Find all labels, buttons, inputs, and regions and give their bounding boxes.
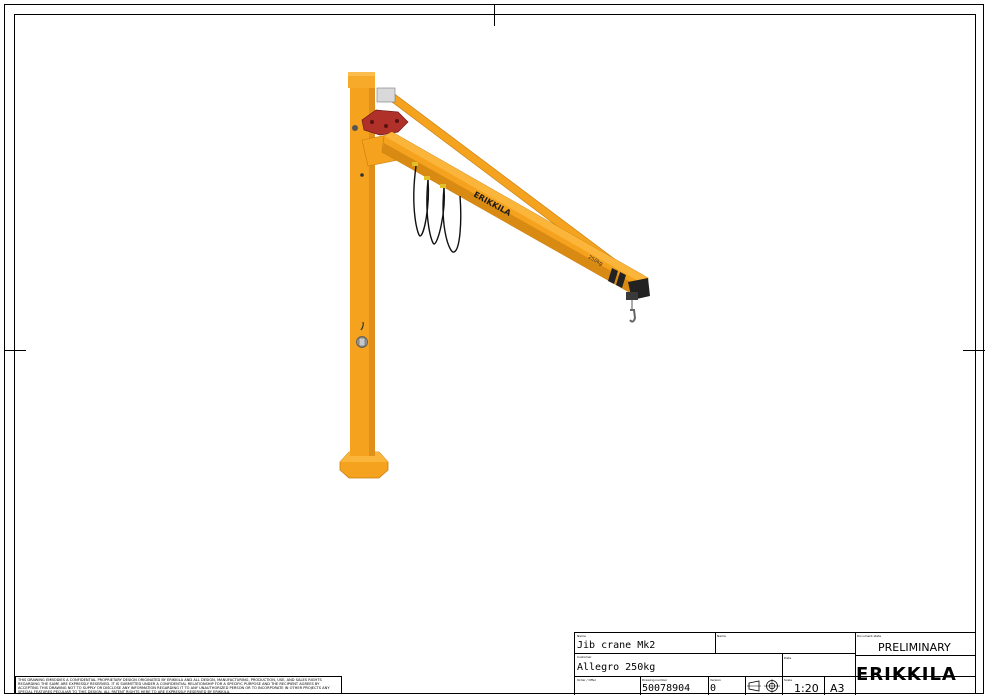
name2-label: Name <box>717 634 726 638</box>
title-block: Name Jib crane Mk2 Name Customer Allegro… <box>574 632 975 695</box>
confidentiality-notice: THIS DRAWING EMBODIES A CONFIDENTIAL PRO… <box>15 676 342 694</box>
order-label: Order / Offer <box>577 678 596 682</box>
drawing-name: Jib crane Mk2 <box>577 640 656 651</box>
scale-label: Scale <box>784 678 793 682</box>
name-label: Name <box>577 634 586 638</box>
date-label: Date <box>784 656 792 660</box>
company-logo: ERIKKILA <box>856 664 957 685</box>
third-angle-projection-icon <box>747 679 780 693</box>
hook-icon <box>629 309 637 323</box>
scale-value: 1:20 <box>794 682 819 695</box>
sheet-size: A3 <box>830 682 845 695</box>
drawing-number-label: Drawing number <box>642 678 668 682</box>
customer-value: Allegro 250kg <box>577 662 656 673</box>
document-state: PRELIMINARY <box>878 641 951 654</box>
jib-crane-drawing: ERIKKILA 250kg <box>339 72 650 479</box>
version-label: Version <box>710 678 722 682</box>
trolley-hook <box>626 292 638 323</box>
customer-label: Customer <box>577 655 592 659</box>
drawing-number: 50078904 <box>642 683 691 694</box>
document-state-label: Document state <box>857 634 882 638</box>
boom: ERIKKILA 250kg <box>381 131 650 300</box>
version-value: 0 <box>710 683 717 694</box>
